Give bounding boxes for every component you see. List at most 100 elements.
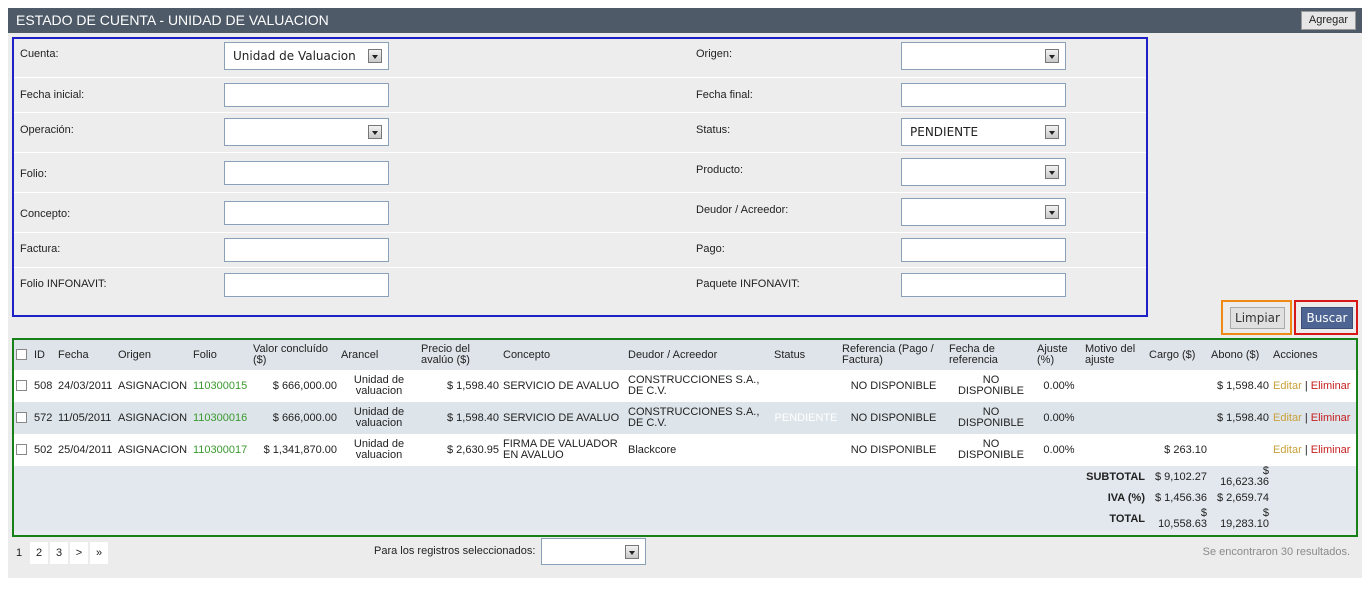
status-select[interactable]: PENDIENTE [901,118,1066,146]
cell-valor: $ 666,000.00 [251,402,339,434]
folio-link[interactable]: 110300017 [191,434,251,466]
column-header[interactable]: Status [772,340,840,370]
clear-button-highlight: Limpiar [1221,300,1292,335]
folio-link[interactable]: 110300016 [191,402,251,434]
column-header[interactable]: Precio del avalúo ($) [419,340,501,370]
deudor-select[interactable] [901,198,1066,226]
column-header[interactable]: Abono ($) [1209,340,1271,370]
column-header[interactable]: Deudor / Acreedor [626,340,772,370]
clear-button[interactable]: Limpiar [1230,307,1285,329]
cell-fecha-ref: NO DISPONIBLE [947,402,1035,434]
paquete-infonavit-input[interactable] [901,273,1066,297]
factura-input[interactable] [224,238,389,262]
column-header[interactable]: Folio [191,340,251,370]
column-header[interactable]: Arancel [339,340,419,370]
page-link[interactable]: 3 [50,542,68,564]
page-title: ESTADO DE CUENTA - UNIDAD DE VALUACION [16,12,329,28]
operacion-label: Operación: [20,124,74,136]
add-button[interactable]: Agregar [1300,11,1356,30]
total-cargo: $ 10,558.63 [1147,508,1209,530]
column-header[interactable]: Fecha [56,340,116,370]
fecha-final-input[interactable] [901,83,1066,107]
folio-infonavit-input[interactable] [224,273,389,297]
column-header[interactable]: Concepto [501,340,626,370]
next-page-link[interactable]: > [70,542,88,564]
edit-link[interactable]: Editar [1273,444,1302,456]
cell-deudor: Blackcore [626,434,772,466]
cell-origen: ASIGNACION [116,370,191,402]
column-header[interactable]: Origen [116,340,191,370]
cell-arancel: Unidad de valuacion [339,434,419,466]
total-cargo: $ 9,102.27 [1147,466,1209,488]
cell-ajuste: 0.00% [1035,370,1083,402]
cell-referencia: NO DISPONIBLE [840,402,947,434]
page-link[interactable]: 1 [10,542,28,564]
account-statement-panel: ESTADO DE CUENTA - UNIDAD DE VALUACION A… [8,8,1362,578]
column-header[interactable]: ID [32,340,56,370]
select-all-cell[interactable] [14,340,32,370]
cell-fecha: 24/03/2011 [56,370,116,402]
fecha-inicial-input[interactable] [224,83,389,107]
total-label: SUBTOTAL [14,466,1147,488]
cell-fecha: 11/05/2011 [56,402,116,434]
producto-select[interactable] [901,158,1066,186]
deudor-label: Deudor / Acreedor: [696,204,789,216]
cuenta-value: Unidad de Valuacion [233,49,356,63]
column-header[interactable]: Ajuste (%) [1035,340,1083,370]
column-header[interactable]: Cargo ($) [1147,340,1209,370]
bulk-action-select[interactable] [541,538,646,565]
status-badge: PENDIENTE [772,402,840,434]
pago-input[interactable] [901,238,1066,262]
chevron-down-icon [368,125,382,139]
cell-motivo [1083,434,1147,466]
folio-input[interactable] [224,161,389,185]
column-header[interactable]: Valor concluído ($) [251,340,339,370]
operacion-select[interactable] [224,118,389,146]
cell-actions: Editar | Eliminar [1271,370,1356,402]
search-button[interactable]: Buscar [1301,307,1353,329]
checkbox[interactable] [16,380,27,392]
delete-link[interactable]: Eliminar [1311,444,1351,456]
total-abono: $ 19,283.10 [1209,508,1271,530]
filter-row: Factura: Pago: [14,233,1146,268]
concepto-label: Concepto: [20,208,71,220]
row-select[interactable] [14,434,32,466]
status-value: PENDIENTE [910,125,979,139]
row-select[interactable] [14,370,32,402]
column-header[interactable]: Motivo del ajuste [1083,340,1147,370]
fecha-final-label: Fecha final: [696,89,753,101]
edit-link[interactable]: Editar [1273,412,1302,424]
row-select[interactable] [14,402,32,434]
total-cargo: $ 1,456.36 [1147,488,1209,508]
folio-link[interactable]: 110300015 [191,370,251,402]
delete-link[interactable]: Eliminar [1311,380,1351,392]
cuenta-select[interactable]: Unidad de Valuacion [224,42,389,70]
separator: | [1304,379,1308,392]
cell-concepto: FIRMA DE VALUADOR EN AVALUO [501,434,626,466]
column-header[interactable]: Referencia (Pago / Factura) [840,340,947,370]
cell-deudor: CONSTRUCCIONES S.A., DE C.V. [626,402,772,434]
concepto-input[interactable] [224,201,389,225]
origen-select[interactable] [901,42,1066,70]
total-abono: $ 2,659.74 [1209,488,1271,508]
delete-link[interactable]: Eliminar [1311,412,1351,424]
cell-valor: $ 666,000.00 [251,370,339,402]
checkbox[interactable] [16,349,27,361]
cell-deudor: CONSTRUCCIONES S.A., DE C.V. [626,370,772,402]
pagination: 1 2 3 > » [10,541,110,565]
cell-actions: Editar | Eliminar [1271,434,1356,466]
cell-id: 572 [32,402,56,434]
last-page-link[interactable]: » [90,542,108,564]
checkbox[interactable] [16,412,27,424]
table-row: 572 11/05/2011 ASIGNACION 110300016 $ 66… [14,402,1356,434]
separator: | [1304,443,1308,456]
cell-ajuste: 0.00% [1035,402,1083,434]
results-table: ID Fecha Origen Folio Valor concluído ($… [14,340,1356,530]
edit-link[interactable]: Editar [1273,380,1302,392]
checkbox[interactable] [16,444,27,456]
page-link[interactable]: 2 [30,542,48,564]
column-header[interactable]: Fecha de referencia [947,340,1035,370]
chevron-down-icon [1045,125,1059,139]
chevron-down-icon [1045,205,1059,219]
table-header: ID Fecha Origen Folio Valor concluído ($… [14,340,1356,370]
